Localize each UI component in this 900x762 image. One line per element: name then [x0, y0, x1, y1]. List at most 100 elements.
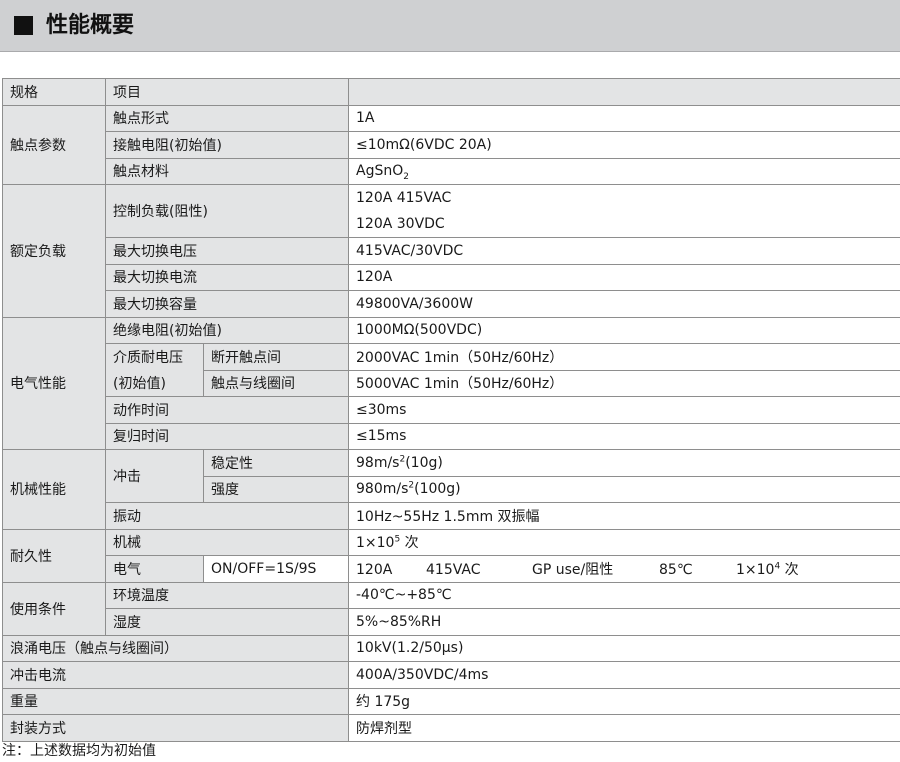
- table-row: 电气性能 绝缘电阻(初始值) 1000MΩ(500VDC): [2, 316, 900, 450]
- row-value: 10kV(1.2/50μs): [348, 634, 900, 662]
- col-item-header: 项目: [105, 78, 349, 106]
- row-label: 湿度: [105, 608, 349, 636]
- elec-voltage: 415VAC: [426, 561, 481, 578]
- row-value: ≤30ms: [348, 396, 900, 424]
- col-value-header: [348, 78, 900, 106]
- row-label: 封装方式: [2, 714, 349, 742]
- row-sublabel: 稳定性: [203, 449, 349, 477]
- row-label: 最大切换容量: [105, 290, 349, 318]
- row-value: 5000VAC 1min（50Hz/60Hz）: [348, 369, 900, 397]
- table-row: 电气 ON/OFF=1S/9S 120A 415VAC GP use/阻性 85℃ 1×…: [3, 555, 900, 583]
- table-row: 振动 10Hz~55Hz 1.5mm 双振幅: [3, 502, 900, 530]
- row-value: 1×105 次: [348, 528, 900, 556]
- row-value: 120A 415VAC GP use/阻性 85℃ 1×104 次: [348, 555, 900, 583]
- spec-table: 规格 项目 触点参数 触点形式 1A 接触电阻(初始值) ≤10mΩ(6VDC …: [2, 78, 900, 742]
- table-row: 封装方式 防焊剂型: [2, 714, 900, 742]
- row-label: 触点形式: [105, 104, 349, 132]
- row-value: AgSnO2: [348, 157, 900, 185]
- row-label: 控制负载(阻性): [105, 184, 349, 238]
- row-label: 复归时间: [105, 422, 349, 450]
- value-text: 98m/s: [356, 454, 400, 471]
- row-label: (初始值): [105, 370, 204, 397]
- value-tail: (10g): [405, 454, 443, 471]
- row-value: 120A 30VDC: [348, 211, 900, 238]
- table-row: 触点材料 AgSnO2: [3, 157, 900, 185]
- row-label: 振动: [105, 502, 349, 530]
- row-value: 1000MΩ(500VDC): [348, 316, 900, 344]
- material-subscript: 2: [403, 172, 409, 183]
- footnote: 注：上述数据均为初始值: [2, 743, 156, 759]
- elec-count: 1×10: [736, 561, 775, 578]
- table-row: 机械性能 冲击 稳定性 98m/s2(10g): [2, 449, 900, 530]
- table-row: 浪涌电压（触点与线圈间） 10kV(1.2/50μs): [2, 634, 900, 662]
- row-label: 动作时间: [105, 396, 349, 424]
- row-label: 冲击: [105, 449, 204, 503]
- row-label: 介质耐电压: [105, 343, 204, 370]
- row-value: -40℃~+85℃: [348, 581, 900, 609]
- row-label: 最大切换电压: [105, 237, 349, 265]
- row-sublabel: 触点与线圈间: [203, 369, 349, 397]
- table-row: 触点参数 触点形式 1A: [2, 104, 900, 185]
- col-spec-header: 规格: [2, 78, 106, 106]
- elec-count-tail: 次: [780, 561, 799, 578]
- table-row: 动作时间 ≤30ms: [3, 396, 900, 424]
- table-row: 额定负载 控制负载(阻性) 120A 415VAC: [2, 184, 900, 318]
- row-value: 约 175g: [348, 687, 900, 715]
- row-sublabel: ON/OFF=1S/9S: [203, 555, 349, 583]
- row-value: 415VAC/30VDC: [348, 237, 900, 265]
- group-electrical: 电气性能: [2, 316, 106, 450]
- table-row: 冲击电流 400A/350VDC/4ms: [2, 661, 900, 689]
- row-value: 98m/s2(10g): [348, 449, 900, 477]
- row-label: 环境温度: [105, 581, 349, 609]
- elec-current: 120A: [356, 561, 393, 578]
- row-label: 浪涌电压（触点与线圈间）: [2, 634, 349, 662]
- elec-load: GP use/阻性: [532, 561, 614, 578]
- row-label: 电气: [105, 555, 204, 583]
- section-header: 性能概要: [0, 0, 900, 52]
- table-row: 接触电阻(初始值) ≤10mΩ(6VDC 20A): [3, 131, 900, 159]
- table-row: 重量 约 175g: [2, 687, 900, 715]
- row-label: 接触电阻(初始值): [105, 131, 349, 159]
- group-conditions: 使用条件: [2, 581, 106, 636]
- row-label: 机械: [105, 528, 349, 556]
- group-endurance: 耐久性: [2, 528, 106, 583]
- group-mechanical: 机械性能: [2, 449, 106, 530]
- row-value: 防焊剂型: [348, 714, 900, 742]
- row-value: 980m/s2(100g): [348, 475, 900, 503]
- row-label: 绝缘电阻(初始值): [105, 316, 349, 344]
- table-row: 使用条件 环境温度 -40℃~+85℃: [2, 581, 900, 636]
- row-value: 10Hz~55Hz 1.5mm 双振幅: [348, 502, 900, 530]
- row-label: 冲击电流: [2, 661, 349, 689]
- section-title: 性能概要: [46, 13, 135, 38]
- table-row: 耐久性 机械 1×105 次: [2, 528, 900, 583]
- row-value: 1A: [348, 104, 900, 132]
- row-value: 5%~85%RH: [348, 608, 900, 636]
- row-label: 触点材料: [105, 157, 349, 185]
- row-sublabel: 强度: [203, 475, 349, 503]
- table-row: 介质耐电压 断开触点间 2000VAC 1min（50Hz/60Hz）: [3, 343, 900, 371]
- elec-temp: 85℃: [659, 561, 693, 578]
- value-text: 1×10: [356, 535, 395, 552]
- row-value: ≤15ms: [348, 422, 900, 450]
- value-tail: 次: [400, 535, 419, 552]
- row-label: 重量: [2, 687, 349, 715]
- row-value: 2000VAC 1min（50Hz/60Hz）: [348, 343, 900, 371]
- table-row: 复归时间 ≤15ms: [3, 422, 900, 450]
- row-label: 最大切换电流: [105, 263, 349, 291]
- value-tail: (100g): [414, 481, 461, 498]
- table-row: 最大切换电压 415VAC/30VDC: [3, 237, 900, 265]
- table-row: 最大切换电流 120A: [3, 263, 900, 291]
- row-value: 120A 415VAC: [348, 184, 900, 211]
- row-value: 400A/350VDC/4ms: [348, 661, 900, 689]
- table-row: 最大切换容量 49800VA/3600W: [3, 290, 900, 318]
- value-text: 980m/s: [356, 481, 409, 498]
- table-row: 湿度 5%~85%RH: [3, 608, 900, 636]
- row-value: 49800VA/3600W: [348, 290, 900, 318]
- square-bullet-icon: [14, 16, 33, 35]
- group-rated: 额定负载: [2, 184, 106, 318]
- row-value: 120A: [348, 263, 900, 291]
- group-contact: 触点参数: [2, 104, 106, 185]
- material-text: AgSnO: [356, 163, 404, 180]
- table-header-row: 规格 项目: [2, 78, 900, 106]
- row-sublabel: 断开触点间: [203, 343, 349, 371]
